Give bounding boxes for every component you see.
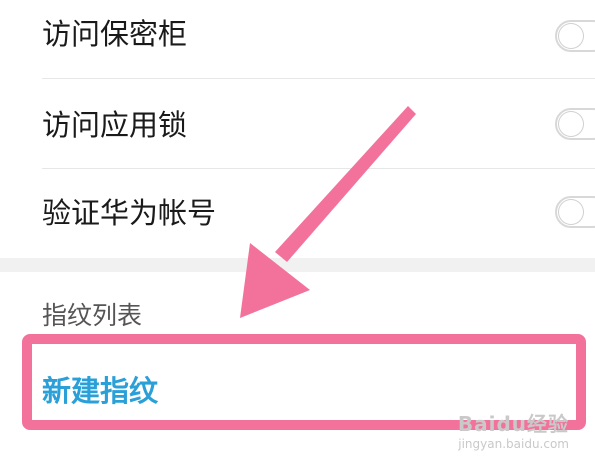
watermark-brand: Baidu经验 — [457, 412, 569, 436]
arrow-shaft — [275, 106, 416, 262]
watermark: Baidu经验 jingyan.baidu.com — [458, 408, 569, 451]
arrow-head — [240, 243, 310, 318]
watermark-url: jingyan.baidu.com — [458, 437, 569, 451]
annotation-arrow — [240, 106, 416, 318]
